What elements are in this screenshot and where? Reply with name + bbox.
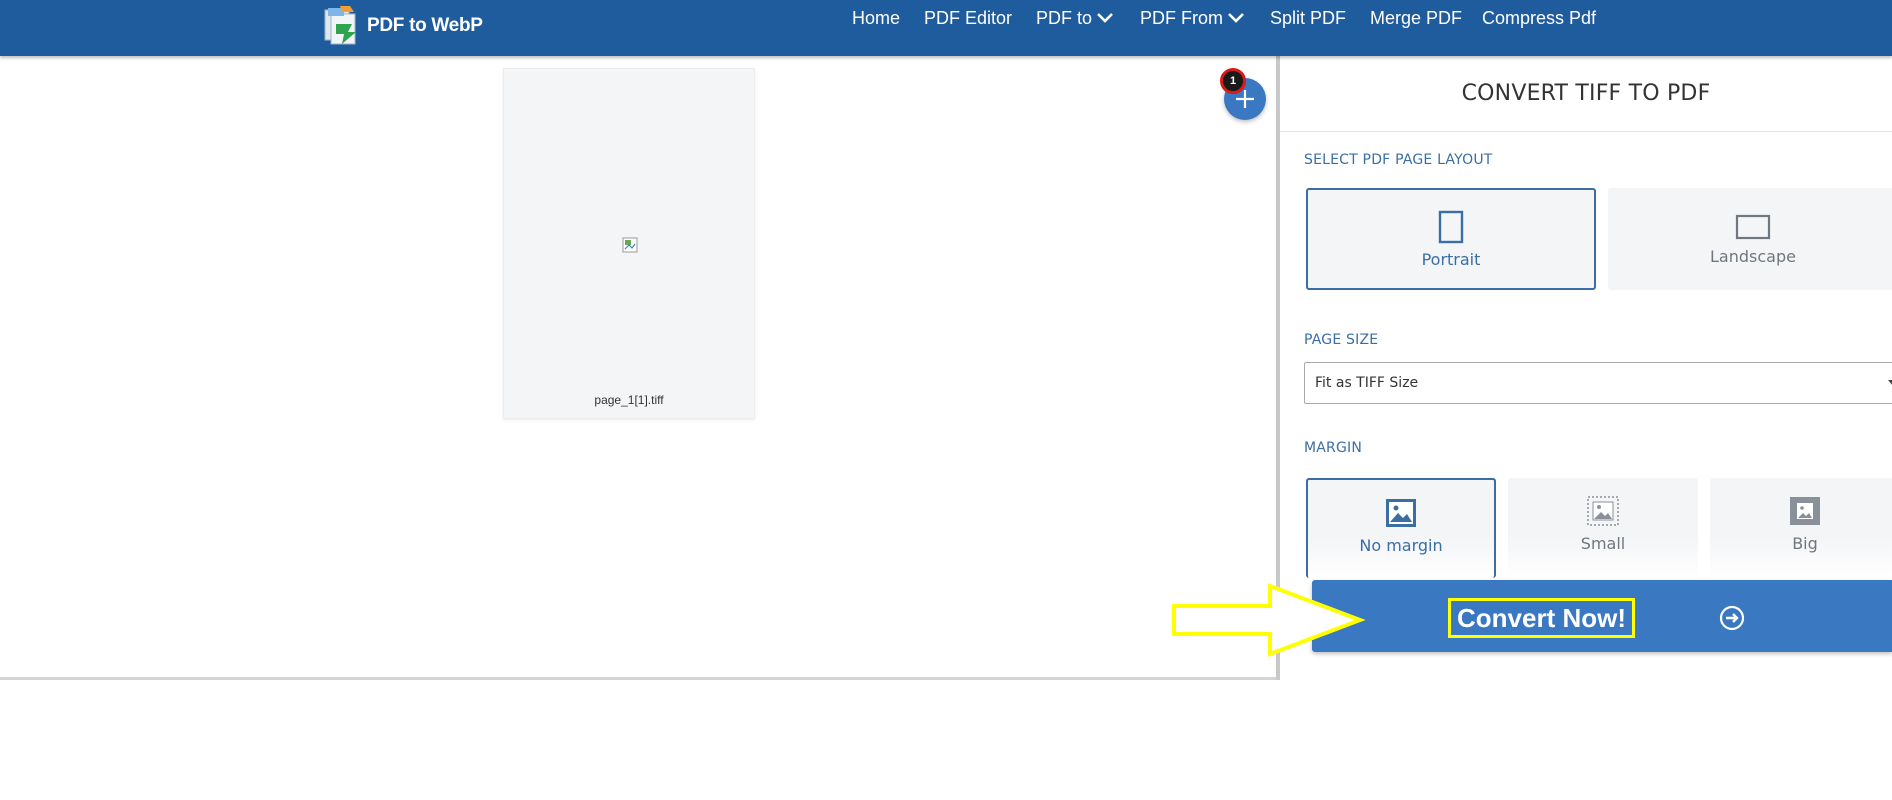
landscape-page-icon [1735,214,1771,239]
chevron-down-icon [1228,13,1244,23]
margin-option-none-label: No margin [1359,536,1443,555]
nav-pdf-from-label: PDF From [1140,8,1223,28]
margin-option-small[interactable]: Small [1508,478,1698,578]
portrait-page-icon [1438,210,1464,243]
nav-merge-pdf-label: Merge PDF [1370,8,1463,28]
arrow-circle-right-icon [1719,605,1745,631]
convert-now-label: Convert Now! [1448,598,1635,638]
layout-option-landscape[interactable]: Landscape [1608,188,1892,290]
layout-section-label: SELECT PDF PAGE LAYOUT [1304,152,1493,168]
image-big-margin-icon [1790,497,1820,525]
nav-split-pdf-label: Split PDF [1270,8,1347,28]
brand-name: PDF to WebP [367,15,483,36]
nav-pdf-to[interactable]: PDF to [1036,6,1114,30]
margin-option-none[interactable]: No margin [1306,478,1496,578]
chevron-down-icon [1097,13,1113,23]
annotation-arrow-icon [1172,583,1366,657]
nav-split-pdf[interactable]: Split PDF [1270,6,1346,30]
margin-option-small-label: Small [1580,534,1626,553]
margin-option-big[interactable]: Big [1710,478,1892,578]
nav-pdf-editor[interactable]: PDF Editor [924,6,1012,30]
nav-home[interactable]: Home [852,6,900,30]
page-size-select[interactable]: Fit as TIFF Size [1304,362,1892,404]
nav-pdf-editor-label: PDF Editor [924,8,1013,28]
broken-image-icon [622,237,638,253]
image-no-margin-icon [1386,499,1416,527]
layout-option-landscape-label: Landscape [1710,246,1796,266]
layout-option-portrait-label: Portrait [1421,249,1481,269]
brand-logo[interactable]: PDF to WebP [322,4,483,48]
nav-compress-pdf[interactable]: Compress Pdf [1482,6,1596,30]
nav-home-label: Home [852,8,901,28]
top-navbar: PDF to WebP Home PDF Editor PDF to PDF F… [0,0,1892,56]
file-count-badge: 1 [1220,68,1246,94]
panel-title: CONVERT TIFF TO PDF [1280,56,1892,132]
page-size-section-label: PAGE SIZE [1304,332,1379,348]
image-small-margin-icon [1587,496,1619,526]
file-name: page_1[1].tiff [594,393,664,407]
nav-pdf-to-label: PDF to [1036,8,1093,28]
nav-pdf-from[interactable]: PDF From [1140,6,1245,30]
nav-compress-pdf-label: Compress Pdf [1482,8,1597,28]
margin-section-label: MARGIN [1304,440,1363,456]
page-size-selected-value: Fit as TIFF Size [1315,375,1419,391]
chevron-down-icon [1888,380,1892,386]
convert-now-button[interactable]: Convert Now! [1312,580,1892,652]
logo-icon [324,6,356,45]
nav-merge-pdf[interactable]: Merge PDF [1370,6,1462,30]
file-thumbnail-card[interactable]: page_1[1].tiff [503,68,755,419]
margin-option-big-label: Big [1792,534,1818,553]
layout-option-portrait[interactable]: Portrait [1306,188,1596,290]
